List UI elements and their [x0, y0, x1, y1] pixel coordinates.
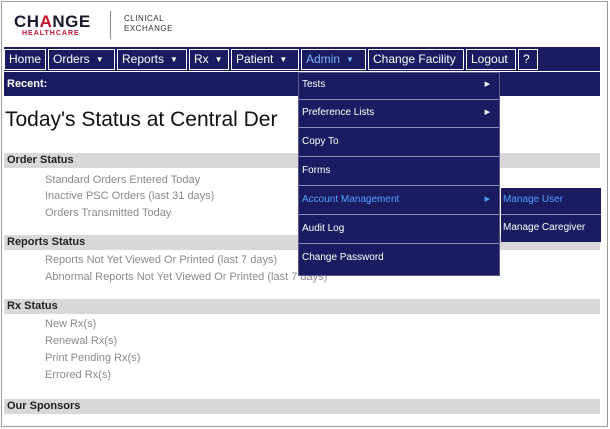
account-management-submenu: Manage User Manage Caregiver [501, 188, 601, 242]
page-title: Today's Status at Central Der [5, 108, 278, 131]
nav-reports[interactable]: Reports ▼ [117, 49, 187, 70]
nav-orders[interactable]: Orders ▼ [48, 49, 115, 70]
main-nav: Home Orders ▼ Reports ▼ Rx ▼ Patient ▼ Admin… [4, 47, 600, 71]
status-link[interactable]: Abnormal Reports Not Yet Viewed Or Print… [45, 271, 327, 283]
nav-rx[interactable]: Rx ▼ [189, 49, 229, 70]
menu-item-account-management[interactable]: Account Management ▶ [299, 188, 499, 215]
chevron-right-icon: ▶ [484, 196, 490, 203]
nav-admin[interactable]: Admin ▼ [301, 49, 366, 70]
submenu-item-manage-user[interactable]: Manage User [501, 188, 601, 215]
chevron-down-icon: ▼ [95, 55, 104, 64]
chevron-down-icon: ▼ [214, 55, 223, 64]
menu-item-preference-lists[interactable]: Preference Lists ▶ [299, 101, 499, 128]
chevron-right-icon: ▶ [484, 109, 490, 116]
status-link[interactable]: Reports Not Yet Viewed Or Printed (last … [45, 254, 277, 266]
chevron-down-icon: ▼ [170, 55, 178, 64]
status-link[interactable]: Errored Rx(s) [45, 369, 111, 381]
brand-logo: CHANGE [14, 12, 91, 31]
brand-subtitle: HEALTHCARE [22, 30, 80, 37]
menu-item-forms[interactable]: Forms [299, 159, 499, 186]
menu-item-copy-to[interactable]: Copy To [299, 130, 499, 157]
status-link[interactable]: New Rx(s) [45, 318, 96, 330]
logo-divider [110, 11, 111, 39]
section-rx-status: Rx Status [4, 299, 600, 314]
status-link[interactable]: Print Pending Rx(s) [45, 352, 140, 364]
nav-home[interactable]: Home [4, 49, 46, 70]
recent-label: Recent: [7, 78, 48, 90]
status-link[interactable]: Standard Orders Entered Today [45, 174, 200, 186]
section-sponsors: Our Sponsors [4, 399, 600, 414]
chevron-down-icon: ▼ [279, 55, 288, 64]
menu-item-change-password[interactable]: Change Password [299, 246, 499, 273]
status-link[interactable]: Inactive PSC Orders (last 31 days) [45, 190, 214, 202]
chevron-right-icon: ▶ [484, 81, 490, 88]
nav-change-facility[interactable]: Change Facility [368, 49, 464, 70]
chevron-down-icon: ▼ [346, 55, 354, 64]
nav-patient[interactable]: Patient ▼ [231, 49, 299, 70]
status-link[interactable]: Renewal Rx(s) [45, 335, 117, 347]
nav-help[interactable]: ? [518, 49, 538, 70]
admin-dropdown-menu: Tests ▶ Preference Lists ▶ Copy To Forms A… [298, 72, 500, 276]
nav-logout[interactable]: Logout [466, 49, 516, 70]
status-link[interactable]: Orders Transmitted Today [45, 207, 171, 219]
submenu-item-manage-caregiver[interactable]: Manage Caregiver [501, 216, 601, 243]
product-name: CLINICAL EXCHANGE [124, 14, 173, 33]
menu-item-audit-log[interactable]: Audit Log [299, 217, 499, 244]
menu-item-tests[interactable]: Tests ▶ [299, 73, 499, 100]
